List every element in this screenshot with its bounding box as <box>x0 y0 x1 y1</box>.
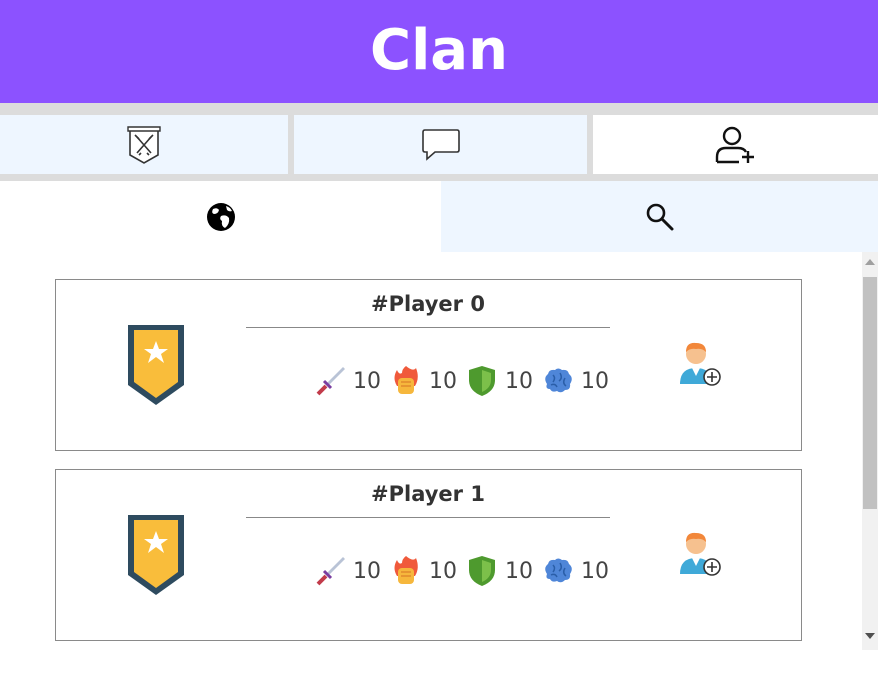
add-friend-icon[interactable] <box>676 340 724 392</box>
sword-icon <box>316 367 345 396</box>
stat-attack-value: 10 <box>353 558 381 584</box>
stat-defense: 10 <box>465 554 533 588</box>
brain-icon <box>545 558 572 583</box>
divider <box>246 517 610 518</box>
scroll-down-arrow-icon[interactable] <box>862 630 878 642</box>
stat-power-value: 10 <box>429 558 457 584</box>
player-stats: 10 10 10 10 <box>313 363 617 399</box>
brain-icon <box>545 368 572 393</box>
tab-add-friend[interactable] <box>593 115 878 174</box>
add-user-icon <box>715 126 754 163</box>
tab-global[interactable] <box>0 181 441 252</box>
shield-icon <box>469 366 495 396</box>
stat-power: 10 <box>389 554 457 588</box>
stat-attack: 10 <box>313 364 381 398</box>
stat-attack: 10 <box>313 554 381 588</box>
rank-badge-icon <box>128 325 184 405</box>
header-bar: Clan <box>0 0 878 103</box>
scrollbar[interactable] <box>862 252 878 650</box>
stat-intellect-value: 10 <box>581 368 609 394</box>
player-name: #Player 0 <box>371 292 485 316</box>
fire-fist-icon <box>394 556 418 584</box>
divider <box>246 327 610 328</box>
tab-chat[interactable] <box>294 115 587 174</box>
rank-badge-icon <box>128 515 184 595</box>
tab-clan[interactable] <box>0 115 288 174</box>
chat-bubble-icon <box>421 128 460 161</box>
player-stats: 10 10 10 10 <box>313 553 617 589</box>
scrollbar-thumb[interactable] <box>863 277 877 509</box>
scroll-up-arrow-icon[interactable] <box>862 256 878 268</box>
main-tab-bar <box>0 103 878 181</box>
tab-search[interactable] <box>441 181 878 252</box>
stat-power: 10 <box>389 364 457 398</box>
player-card: #Player 1 10 10 10 10 <box>55 469 802 641</box>
player-name: #Player 1 <box>371 482 485 506</box>
sub-tab-bar <box>0 181 878 252</box>
stat-intellect: 10 <box>541 364 609 398</box>
clan-banner-icon <box>127 125 161 164</box>
stat-intellect: 10 <box>541 554 609 588</box>
stat-intellect-value: 10 <box>581 558 609 584</box>
stat-power-value: 10 <box>429 368 457 394</box>
page-title: Clan <box>370 17 508 83</box>
sword-icon <box>316 557 345 586</box>
stat-defense-value: 10 <box>505 558 533 584</box>
player-list: #Player 0 10 10 10 10 #Player 1 10 10 10… <box>0 252 862 675</box>
player-card: #Player 0 10 10 10 10 <box>55 279 802 451</box>
globe-icon <box>206 202 235 231</box>
stat-defense-value: 10 <box>505 368 533 394</box>
fire-fist-icon <box>394 366 418 394</box>
shield-icon <box>469 556 495 586</box>
add-friend-icon[interactable] <box>676 530 724 582</box>
stat-defense: 10 <box>465 364 533 398</box>
stat-attack-value: 10 <box>353 368 381 394</box>
search-icon <box>646 203 673 230</box>
